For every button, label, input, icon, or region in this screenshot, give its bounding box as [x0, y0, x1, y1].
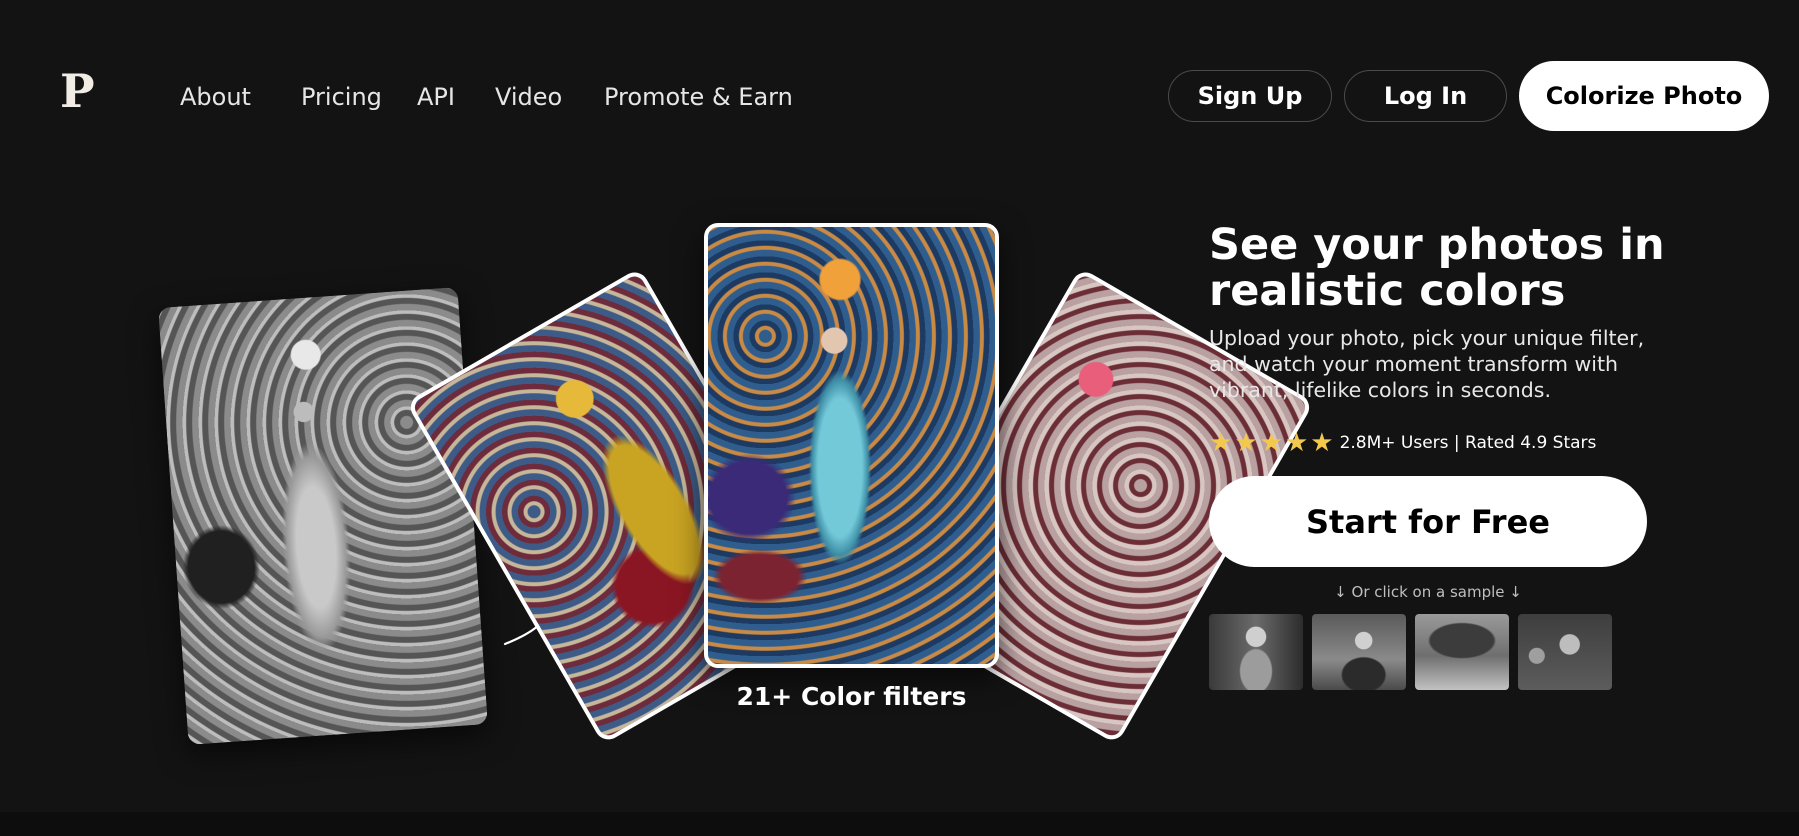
hero-title: See your photos in realistic colors — [1209, 220, 1665, 317]
star-icon: ★ — [1259, 428, 1283, 458]
color-filters-caption: 21+ Color filters — [736, 682, 967, 711]
sample-photo[interactable] — [1209, 614, 1303, 690]
hero-subtitle: Upload your photo, pick your unique filt… — [1209, 326, 1645, 403]
star-icon: ★ — [1209, 428, 1233, 458]
sign-up-button[interactable]: Sign Up — [1168, 70, 1332, 122]
sample-photos — [1209, 614, 1612, 690]
star-icon: ★ — [1284, 428, 1309, 458]
logo[interactable]: P — [60, 68, 95, 114]
star-icon: ★ — [1310, 428, 1334, 458]
bottom-band — [0, 812, 1799, 836]
sample-photo[interactable] — [1312, 614, 1406, 690]
sample-hint: ↓ Or click on a sample ↓ — [1334, 583, 1522, 601]
star-icon: ★ — [1234, 428, 1258, 458]
start-for-free-button[interactable]: Start for Free — [1209, 476, 1647, 567]
colorized-photo — [704, 223, 999, 668]
sample-photo[interactable] — [1518, 614, 1612, 690]
black-and-white-photo — [158, 287, 488, 745]
colorize-photo-button[interactable]: Colorize Photo — [1519, 61, 1769, 131]
sample-photo[interactable] — [1415, 614, 1509, 690]
nav-pricing[interactable]: Pricing — [301, 83, 382, 112]
log-in-button[interactable]: Log In — [1344, 70, 1507, 122]
nav-about[interactable]: About — [180, 83, 251, 112]
nav-promote-earn[interactable]: Promote & Earn — [604, 83, 793, 112]
landing-page: P About Pricing API Video Promote & Earn… — [0, 0, 1799, 836]
nav-video[interactable]: Video — [495, 83, 562, 112]
nav-api[interactable]: API — [417, 83, 455, 112]
rating-text: 2.8M+ Users | Rated 4.9 Stars — [1339, 433, 1597, 453]
rating-row: ★ ★ ★ ★ ★ 2.8M+ Users | Rated 4.9 Stars — [1209, 430, 1596, 456]
